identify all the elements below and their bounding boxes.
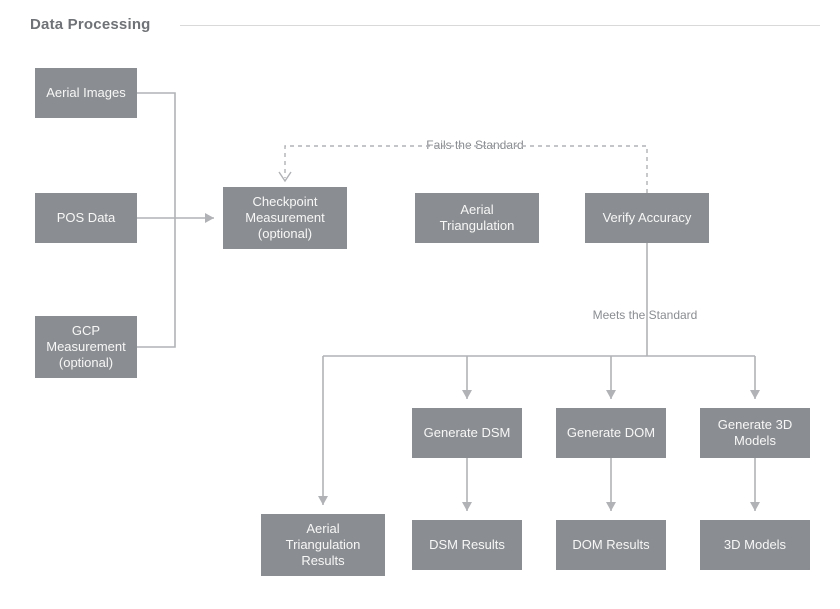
title-divider: [180, 25, 820, 26]
node-checkpoint-measurement: Checkpoint Measurement (optional): [223, 187, 347, 249]
node-generate-dsm: Generate DSM: [412, 408, 522, 458]
node-dsm-results: DSM Results: [412, 520, 522, 570]
node-at-results: Aerial Triangulation Results: [261, 514, 385, 576]
node-aerial-triangulation: Aerial Triangulation: [415, 193, 539, 243]
node-aerial-images: Aerial Images: [35, 68, 137, 118]
edge-label-meet: Meets the Standard: [575, 308, 715, 322]
diagram-canvas: Data Processing Aerial Images POS Data G…: [0, 0, 840, 609]
node-verify-accuracy: Verify Accuracy: [585, 193, 709, 243]
edge-label-fail: Fails the Standard: [400, 138, 550, 152]
node-generate-3d: Generate 3D Models: [700, 408, 810, 458]
node-3d-models: 3D Models: [700, 520, 810, 570]
node-dom-results: DOM Results: [556, 520, 666, 570]
section-title: Data Processing: [30, 16, 151, 33]
node-generate-dom: Generate DOM: [556, 408, 666, 458]
node-gcp-measurement: GCP Measurement (optional): [35, 316, 137, 378]
node-pos-data: POS Data: [35, 193, 137, 243]
